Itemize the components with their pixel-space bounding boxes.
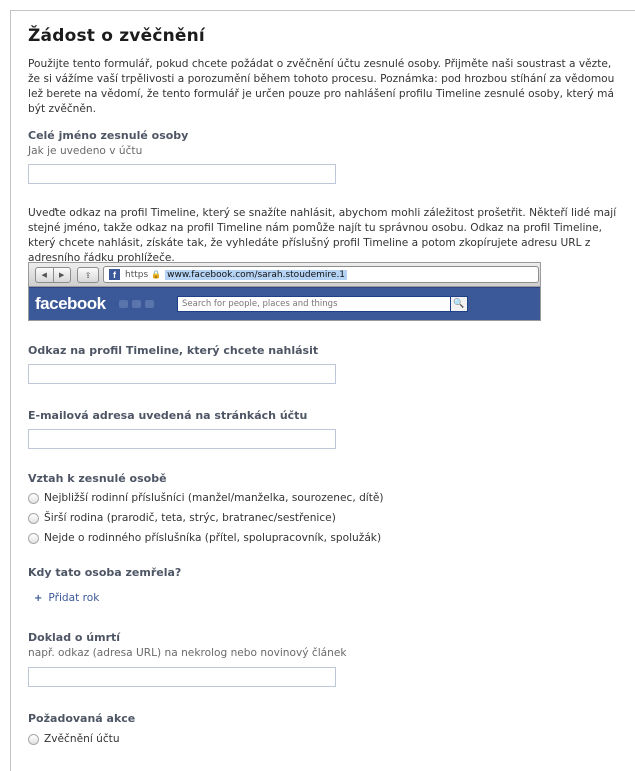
search-icon: 🔍 bbox=[451, 296, 468, 312]
profile-link-label: Odkaz na profil Timeline, který chcete n… bbox=[28, 344, 319, 357]
full-name-section: Celé jméno zesnulé osoby Jak je uvedeno … bbox=[28, 129, 188, 157]
radio-button[interactable] bbox=[28, 492, 39, 504]
proof-label: Doklad o úmrtí bbox=[28, 631, 121, 644]
plus-icon: + bbox=[34, 592, 43, 604]
email-label: E-mailová adresa uvedená na stránkách úč… bbox=[28, 409, 308, 422]
radio-label: Zvěčnění účtu bbox=[44, 733, 120, 745]
action-label: Požadovaná akce bbox=[28, 712, 136, 725]
proof-hint: např. odkaz (adresa URL) na nekrolog neb… bbox=[28, 647, 347, 659]
forward-icon: ▶ bbox=[59, 271, 65, 279]
url-scheme: https bbox=[125, 269, 149, 280]
death-date-label: Kdy tato osoba zemřela? bbox=[28, 566, 182, 579]
relationship-option-extended[interactable]: Širší rodina (prarodič, teta, strýc, bra… bbox=[28, 510, 384, 526]
messages-icon bbox=[132, 300, 141, 308]
address-bar: f https 🔒 www.facebook.com/sarah.stoudem… bbox=[103, 266, 539, 283]
share-icon: ⇪ bbox=[77, 267, 99, 283]
relationship-options: Nejbližší rodinní příslušníci (manžel/ma… bbox=[28, 490, 384, 546]
facebook-favicon-icon: f bbox=[109, 269, 120, 280]
facebook-logo: facebook bbox=[35, 294, 106, 313]
radio-button[interactable] bbox=[28, 532, 39, 544]
radio-label: Nejbližší rodinní příslušníci (manžel/ma… bbox=[44, 492, 384, 504]
proof-section: Doklad o úmrtí např. odkaz (adresa URL) … bbox=[28, 631, 347, 659]
relationship-option-non-family[interactable]: Nejde o rodinného příslušníka (přítel, s… bbox=[28, 530, 384, 546]
link-instructions: Uveďte odkaz na profil Timeline, který s… bbox=[28, 207, 617, 264]
nav-buttons: ◀ ▶ bbox=[35, 267, 71, 283]
full-name-input[interactable] bbox=[28, 164, 336, 184]
profile-link-input[interactable] bbox=[28, 364, 336, 384]
facebook-search-box: Search for people, places and things bbox=[177, 296, 451, 312]
radio-label: Nejde o rodinného příslušníka (přítel, s… bbox=[44, 532, 382, 544]
email-input[interactable] bbox=[28, 429, 336, 449]
radio-button[interactable] bbox=[28, 733, 39, 745]
add-year-link[interactable]: + Přidat rok bbox=[34, 592, 99, 604]
action-options: Zvěčnění účtu bbox=[28, 731, 120, 747]
friends-icon bbox=[119, 300, 128, 308]
relationship-label: Vztah k zesnulé osobě bbox=[28, 472, 167, 485]
action-option-memorialize[interactable]: Zvěčnění účtu bbox=[28, 731, 120, 747]
proof-input[interactable] bbox=[28, 667, 336, 687]
globe-icon bbox=[145, 300, 154, 308]
full-name-label: Celé jméno zesnulé osoby bbox=[28, 129, 189, 142]
intro-text: Použijte tento formulář, pokud chcete po… bbox=[28, 58, 615, 115]
relationship-option-immediate[interactable]: Nejbližší rodinní příslušníci (manžel/ma… bbox=[28, 490, 384, 506]
page-title: Žádost o zvěčnění bbox=[28, 26, 205, 46]
lock-icon: 🔒 bbox=[151, 270, 162, 279]
radio-button[interactable] bbox=[28, 512, 39, 524]
full-name-hint: Jak je uvedeno v účtu bbox=[28, 145, 143, 157]
radio-label: Širší rodina (prarodič, teta, strýc, bra… bbox=[44, 512, 336, 524]
add-year-label: Přidat rok bbox=[48, 592, 100, 604]
back-icon: ◀ bbox=[36, 268, 54, 282]
example-browser-screenshot: ◀ ▶ ⇪ f https 🔒 www.facebook.com/sarah.s… bbox=[28, 262, 541, 321]
profile-url: www.facebook.com/sarah.stoudemire.1 bbox=[165, 269, 348, 280]
notification-icons bbox=[119, 300, 154, 308]
browser-toolbar: ◀ ▶ ⇪ f https 🔒 www.facebook.com/sarah.s… bbox=[29, 263, 540, 287]
facebook-header-bar: facebook Search for people, places and t… bbox=[29, 287, 540, 320]
